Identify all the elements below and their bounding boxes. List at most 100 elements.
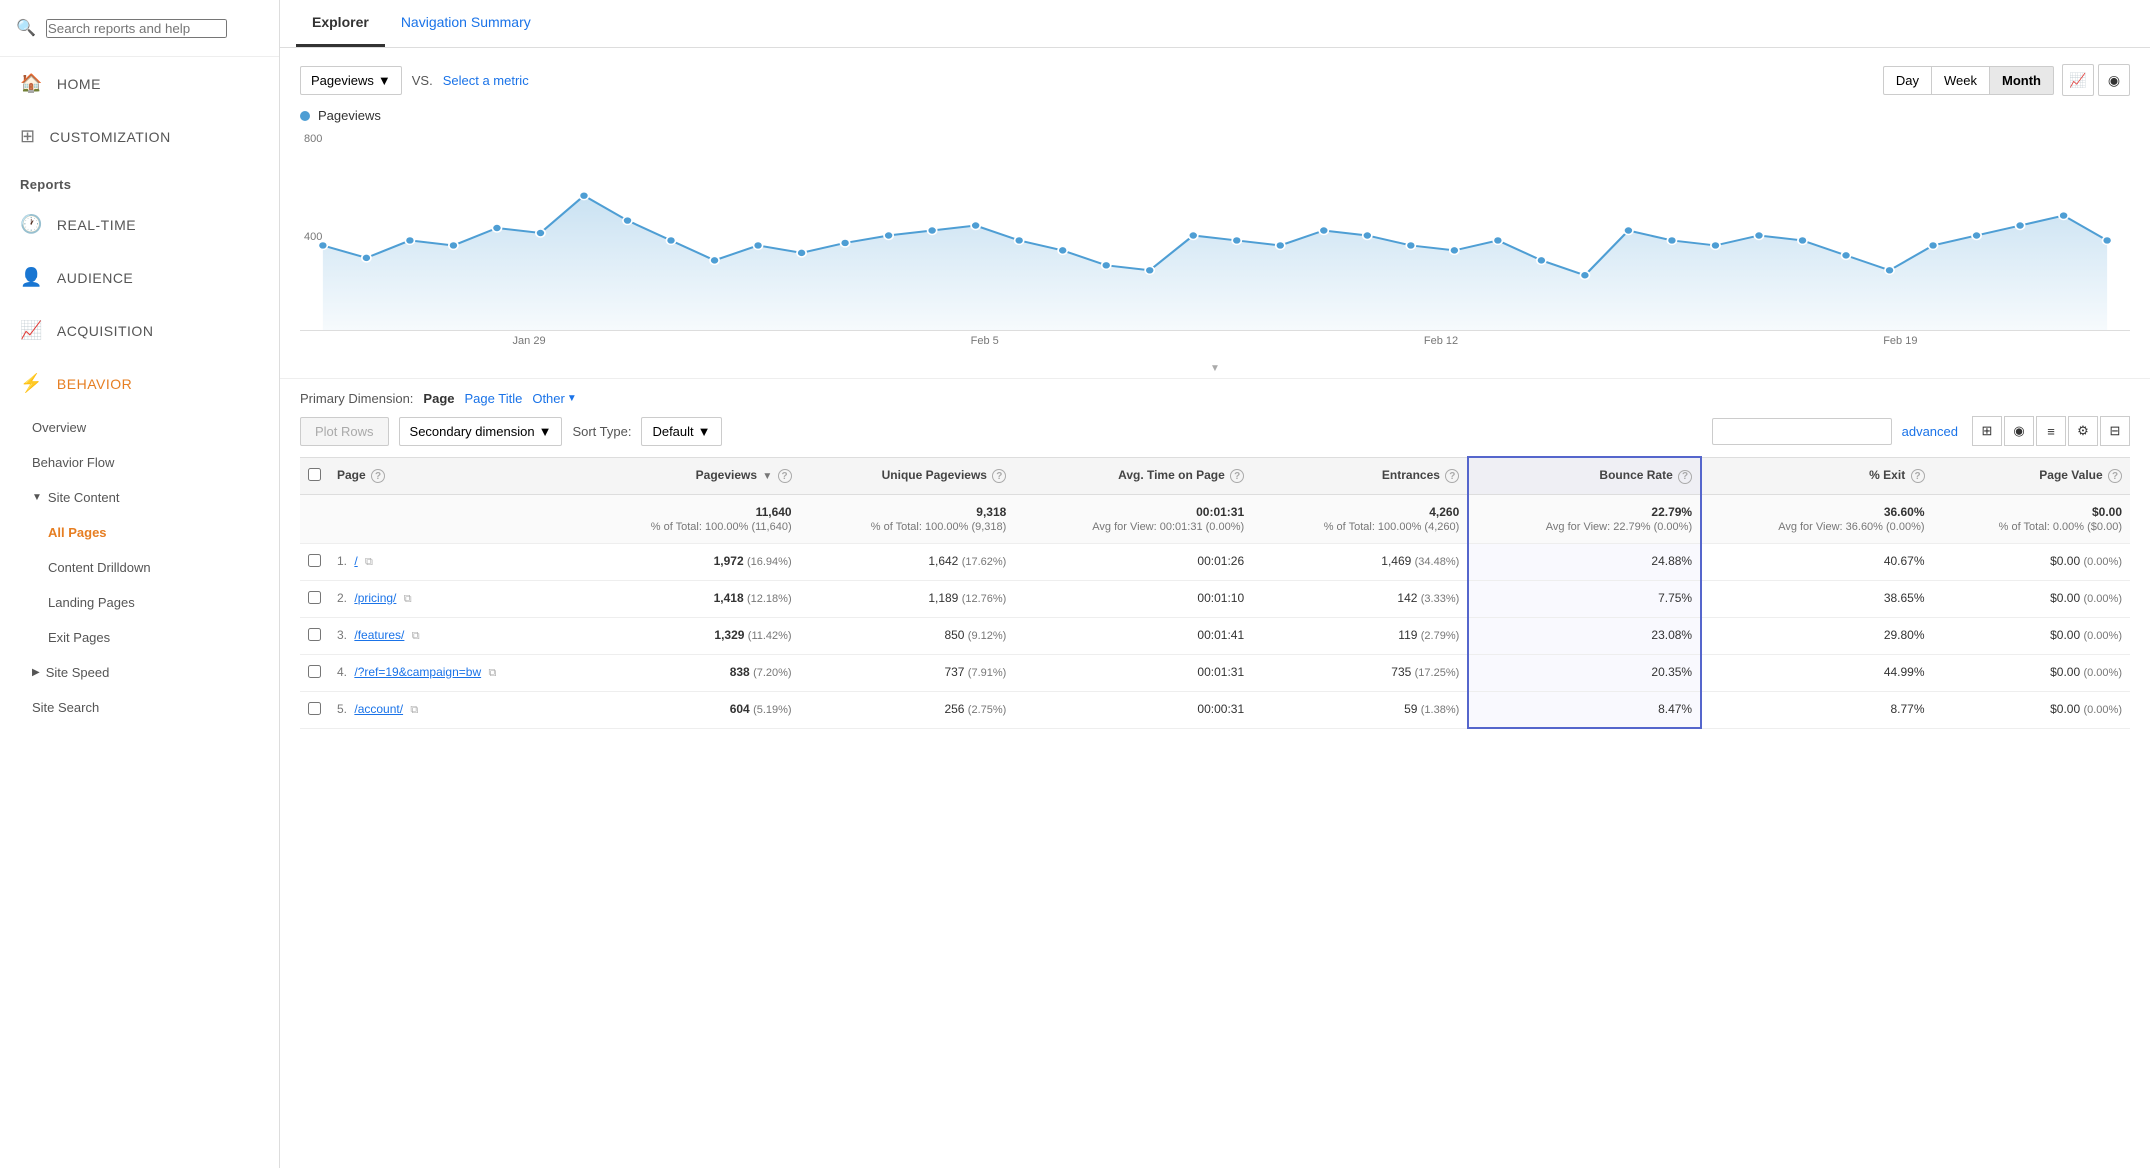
search-input[interactable] bbox=[46, 19, 227, 38]
page-link[interactable]: /?ref=19&campaign=bw bbox=[354, 665, 481, 679]
sidebar-item-acquisition[interactable]: 📈 ACQUISITION bbox=[0, 304, 279, 357]
time-btn-week[interactable]: Week bbox=[1932, 66, 1990, 95]
col-exit-help[interactable]: ? bbox=[1911, 469, 1925, 483]
sidebar-sub-site-speed[interactable]: ▶ Site Speed bbox=[0, 655, 279, 690]
bar-view-icon[interactable]: ≡ bbox=[2036, 416, 2066, 446]
scroll-handle-icon[interactable]: ▼ bbox=[1210, 363, 1220, 374]
table-row: 2. /pricing/ ⧉ 1,418 (12.18%) 1,189 (12.… bbox=[300, 580, 2130, 617]
col-pageviews-help[interactable]: ? bbox=[778, 469, 792, 483]
copy-icon[interactable]: ⧉ bbox=[404, 593, 412, 605]
secondary-dim-label: Secondary dimension bbox=[410, 424, 535, 439]
sort-type-label: Sort Type: bbox=[572, 424, 631, 439]
page-link[interactable]: /features/ bbox=[354, 628, 404, 642]
secondary-dim-dropdown[interactable]: Secondary dimension ▼ bbox=[399, 417, 563, 446]
sort-type-dropdown[interactable]: Default ▼ bbox=[641, 417, 721, 446]
table-search-input[interactable] bbox=[1712, 418, 1892, 445]
sidebar-item-audience[interactable]: 👤 AUDIENCE bbox=[0, 251, 279, 304]
pie-chart-icon[interactable]: ◉ bbox=[2098, 64, 2130, 96]
copy-icon[interactable]: ⧉ bbox=[488, 667, 496, 679]
settings-view-icon[interactable]: ⚙ bbox=[2068, 416, 2098, 446]
col-entrances-label: Entrances bbox=[1382, 468, 1440, 482]
plot-rows-button[interactable]: Plot Rows bbox=[300, 417, 389, 446]
cell-avg-time: 00:01:41 bbox=[1014, 617, 1252, 654]
cell-bounce-rate: 8.47% bbox=[1468, 691, 1701, 728]
col-header-entrances: Entrances ? bbox=[1252, 457, 1468, 494]
row-checkbox[interactable] bbox=[308, 665, 321, 678]
total-entrances: 4,260 % of Total: 100.00% (4,260) bbox=[1252, 494, 1468, 543]
page-link[interactable]: /pricing/ bbox=[354, 591, 396, 605]
col-entrances-help[interactable]: ? bbox=[1445, 469, 1459, 483]
sidebar-item-home[interactable]: 🏠 HOME bbox=[0, 57, 279, 110]
pie-view-icon[interactable]: ◉ bbox=[2004, 416, 2034, 446]
sidebar-sub-site-search[interactable]: Site Search bbox=[0, 690, 279, 725]
page-link[interactable]: /account/ bbox=[354, 702, 403, 716]
sidebar-item-behavior[interactable]: ⚡ BEHAVIOR bbox=[0, 357, 279, 410]
pd-other-dropdown[interactable]: Other ▼ bbox=[532, 391, 576, 406]
sidebar-sub-behavior-flow[interactable]: Behavior Flow bbox=[0, 445, 279, 480]
sidebar-sub-all-pages[interactable]: All Pages bbox=[0, 515, 279, 550]
pd-page-title[interactable]: Page Title bbox=[465, 391, 523, 406]
tab-explorer[interactable]: Explorer bbox=[296, 0, 385, 47]
copy-icon[interactable]: ⧉ bbox=[412, 630, 420, 642]
total-upv-value: 9,318 bbox=[976, 505, 1006, 519]
time-btn-day[interactable]: Day bbox=[1883, 66, 1932, 95]
sidebar-sub-overview[interactable]: Overview bbox=[0, 410, 279, 445]
time-btn-month[interactable]: Month bbox=[1990, 66, 2054, 95]
advanced-link[interactable]: advanced bbox=[1902, 424, 1958, 439]
cell-bounce-rate: 24.88% bbox=[1468, 543, 1701, 580]
sidebar-acquisition-label: ACQUISITION bbox=[57, 323, 154, 339]
cell-pct-exit: 44.99% bbox=[1701, 654, 1932, 691]
sidebar-sub-exit-pages[interactable]: Exit Pages bbox=[0, 620, 279, 655]
row-checkbox[interactable] bbox=[308, 554, 321, 567]
grid-view-icon[interactable]: ⊞ bbox=[1972, 416, 2002, 446]
select-all-checkbox[interactable] bbox=[308, 468, 321, 481]
cell-entrances: 142 (3.33%) bbox=[1252, 580, 1468, 617]
line-chart-icon[interactable]: 📈 bbox=[2062, 64, 2094, 96]
sidebar-sub-landing-pages[interactable]: Landing Pages bbox=[0, 585, 279, 620]
vs-label: VS. bbox=[412, 73, 433, 88]
col-bounce-help[interactable]: ? bbox=[1678, 470, 1692, 484]
col-avg-time-help[interactable]: ? bbox=[1230, 469, 1244, 483]
cell-page-value: $0.00 (0.00%) bbox=[1933, 543, 2130, 580]
audience-icon: 👤 bbox=[20, 267, 43, 288]
total-ent-sub: % of Total: 100.00% (4,260) bbox=[1324, 521, 1460, 533]
sort-desc-arrow: ▼ bbox=[762, 471, 772, 482]
table-view-icon[interactable]: ⊟ bbox=[2100, 416, 2130, 446]
sidebar-sub-site-content[interactable]: ▼ Site Content bbox=[0, 480, 279, 515]
cell-pageviews: 1,329 (11.42%) bbox=[577, 617, 799, 654]
row-num: 1. bbox=[337, 554, 347, 568]
cell-pageviews: 1,418 (12.18%) bbox=[577, 580, 799, 617]
x-label-feb19: Feb 19 bbox=[1883, 335, 1917, 347]
total-unique-pv: 9,318 % of Total: 100.00% (9,318) bbox=[800, 494, 1015, 543]
col-value-help[interactable]: ? bbox=[2108, 469, 2122, 483]
cell-bounce-rate: 7.75% bbox=[1468, 580, 1701, 617]
pd-page[interactable]: Page bbox=[423, 391, 454, 406]
col-unique-pv-help[interactable]: ? bbox=[992, 469, 1006, 483]
col-page-help[interactable]: ? bbox=[371, 469, 385, 483]
cell-pageviews: 838 (7.20%) bbox=[577, 654, 799, 691]
main-content: Explorer Navigation Summary Pageviews ▼ … bbox=[280, 0, 2150, 1168]
sidebar-item-customization[interactable]: ⊞ CUSTOMIZATION bbox=[0, 110, 279, 163]
home-icon: 🏠 bbox=[20, 73, 43, 94]
total-bounce: 22.79% Avg for View: 22.79% (0.00%) bbox=[1468, 494, 1701, 543]
col-header-avg-time: Avg. Time on Page ? bbox=[1014, 457, 1252, 494]
cell-avg-time: 00:01:31 bbox=[1014, 654, 1252, 691]
page-link[interactable]: / bbox=[354, 554, 357, 568]
select-metric-link[interactable]: Select a metric bbox=[443, 73, 529, 88]
row-num: 3. bbox=[337, 628, 347, 642]
cell-page: 4. /?ref=19&campaign=bw ⧉ bbox=[329, 654, 577, 691]
row-checkbox[interactable] bbox=[308, 591, 321, 604]
metric-dropdown[interactable]: Pageviews ▼ bbox=[300, 66, 402, 95]
row-checkbox[interactable] bbox=[308, 628, 321, 641]
copy-icon[interactable]: ⧉ bbox=[410, 704, 418, 716]
sidebar-sub-content-drilldown[interactable]: Content Drilldown bbox=[0, 550, 279, 585]
cell-bounce-rate: 20.35% bbox=[1468, 654, 1701, 691]
y-label-400: 400 bbox=[304, 231, 322, 243]
row-checkbox[interactable] bbox=[308, 702, 321, 715]
cell-pct-exit: 8.77% bbox=[1701, 691, 1932, 728]
tab-navigation-summary[interactable]: Navigation Summary bbox=[385, 0, 547, 47]
sidebar-item-realtime[interactable]: 🕐 REAL-TIME bbox=[0, 198, 279, 251]
cell-page-value: $0.00 (0.00%) bbox=[1933, 617, 2130, 654]
table-row: 4. /?ref=19&campaign=bw ⧉ 838 (7.20%) 73… bbox=[300, 654, 2130, 691]
copy-icon[interactable]: ⧉ bbox=[365, 556, 373, 568]
